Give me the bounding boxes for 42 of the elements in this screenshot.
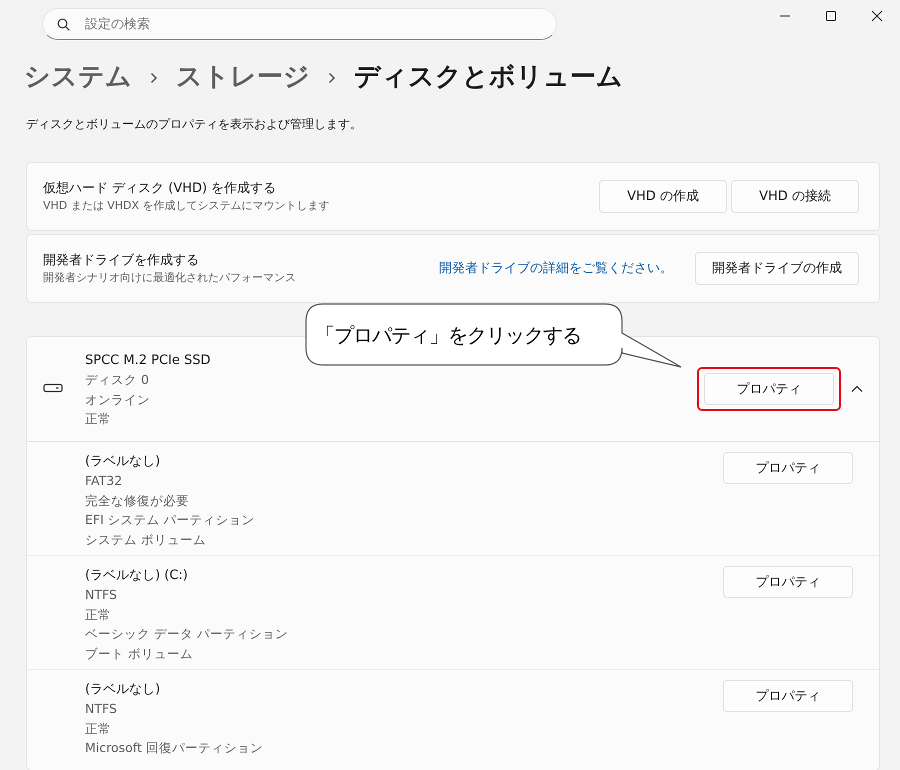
volume-detail: ベーシック データ パーティション: [85, 625, 289, 644]
volume-detail: 完全な修復が必要: [85, 492, 190, 510]
volume-detail: FAT32: [85, 472, 124, 490]
volume-detail: ブート ボリューム: [85, 644, 194, 663]
details-link[interactable]: 開発者ドライブの詳細をご覧ください。: [439, 258, 673, 278]
volume-detail: Microsoft 回復パーティション: [85, 739, 264, 758]
properties-button[interactable]: プロパティ: [723, 680, 853, 712]
card-subtitle: 開発者シナリオ向けに最適化されたパフォーマンス: [43, 270, 297, 286]
volume-detail: システム ボリューム: [85, 530, 207, 549]
chevron-right-icon: [328, 72, 336, 84]
action-button[interactable]: 開発者ドライブの作成: [695, 252, 859, 286]
maximize-icon[interactable]: [825, 10, 837, 22]
properties-button[interactable]: プロパティ: [704, 373, 834, 405]
breadcrumb-item[interactable]: ストレージ: [176, 58, 310, 97]
disk-detail: ディスク 0: [85, 371, 150, 390]
volume-name: (ラベルなし): [85, 453, 162, 471]
action-button[interactable]: VHD の接続: [731, 180, 859, 214]
card-subtitle: VHD または VHDX を作成してシステムにマウントします: [43, 198, 331, 214]
chevron-up-icon[interactable]: [851, 385, 863, 393]
close-icon[interactable]: [871, 10, 883, 22]
volume-name: (ラベルなし): [85, 681, 162, 699]
volume-detail: 正常: [85, 606, 112, 624]
disk-name: SPCC M.2 PCIe SSD: [85, 352, 212, 370]
card-title: 開発者ドライブを作成する: [43, 252, 200, 270]
action-button[interactable]: VHD の作成: [599, 180, 727, 214]
volume-name: (ラベルなし) (C:): [85, 567, 189, 585]
page-description: ディスクとボリュームのプロパティを表示および管理します。: [26, 116, 363, 133]
card-title: 仮想ハード ディスク (VHD) を作成する: [43, 180, 278, 198]
volume-detail: NTFS: [85, 700, 118, 718]
search-field[interactable]: 設定の検索: [42, 8, 557, 40]
breadcrumb-item: ディスクとボリューム: [354, 61, 623, 94]
volume-detail: 正常: [85, 720, 112, 738]
properties-button[interactable]: プロパティ: [723, 566, 853, 598]
properties-button[interactable]: プロパティ: [723, 452, 853, 484]
chevron-right-icon: [150, 72, 158, 84]
volume-detail: EFI システム パーティション: [85, 511, 256, 530]
disk-detail: オンライン: [85, 390, 151, 409]
drive-icon: [43, 383, 63, 393]
breadcrumb-item[interactable]: システム: [24, 58, 132, 97]
volume-detail: NTFS: [85, 586, 118, 604]
disk-detail: 正常: [85, 410, 112, 428]
callout-text: 「プロパティ」をクリックする: [315, 322, 581, 349]
